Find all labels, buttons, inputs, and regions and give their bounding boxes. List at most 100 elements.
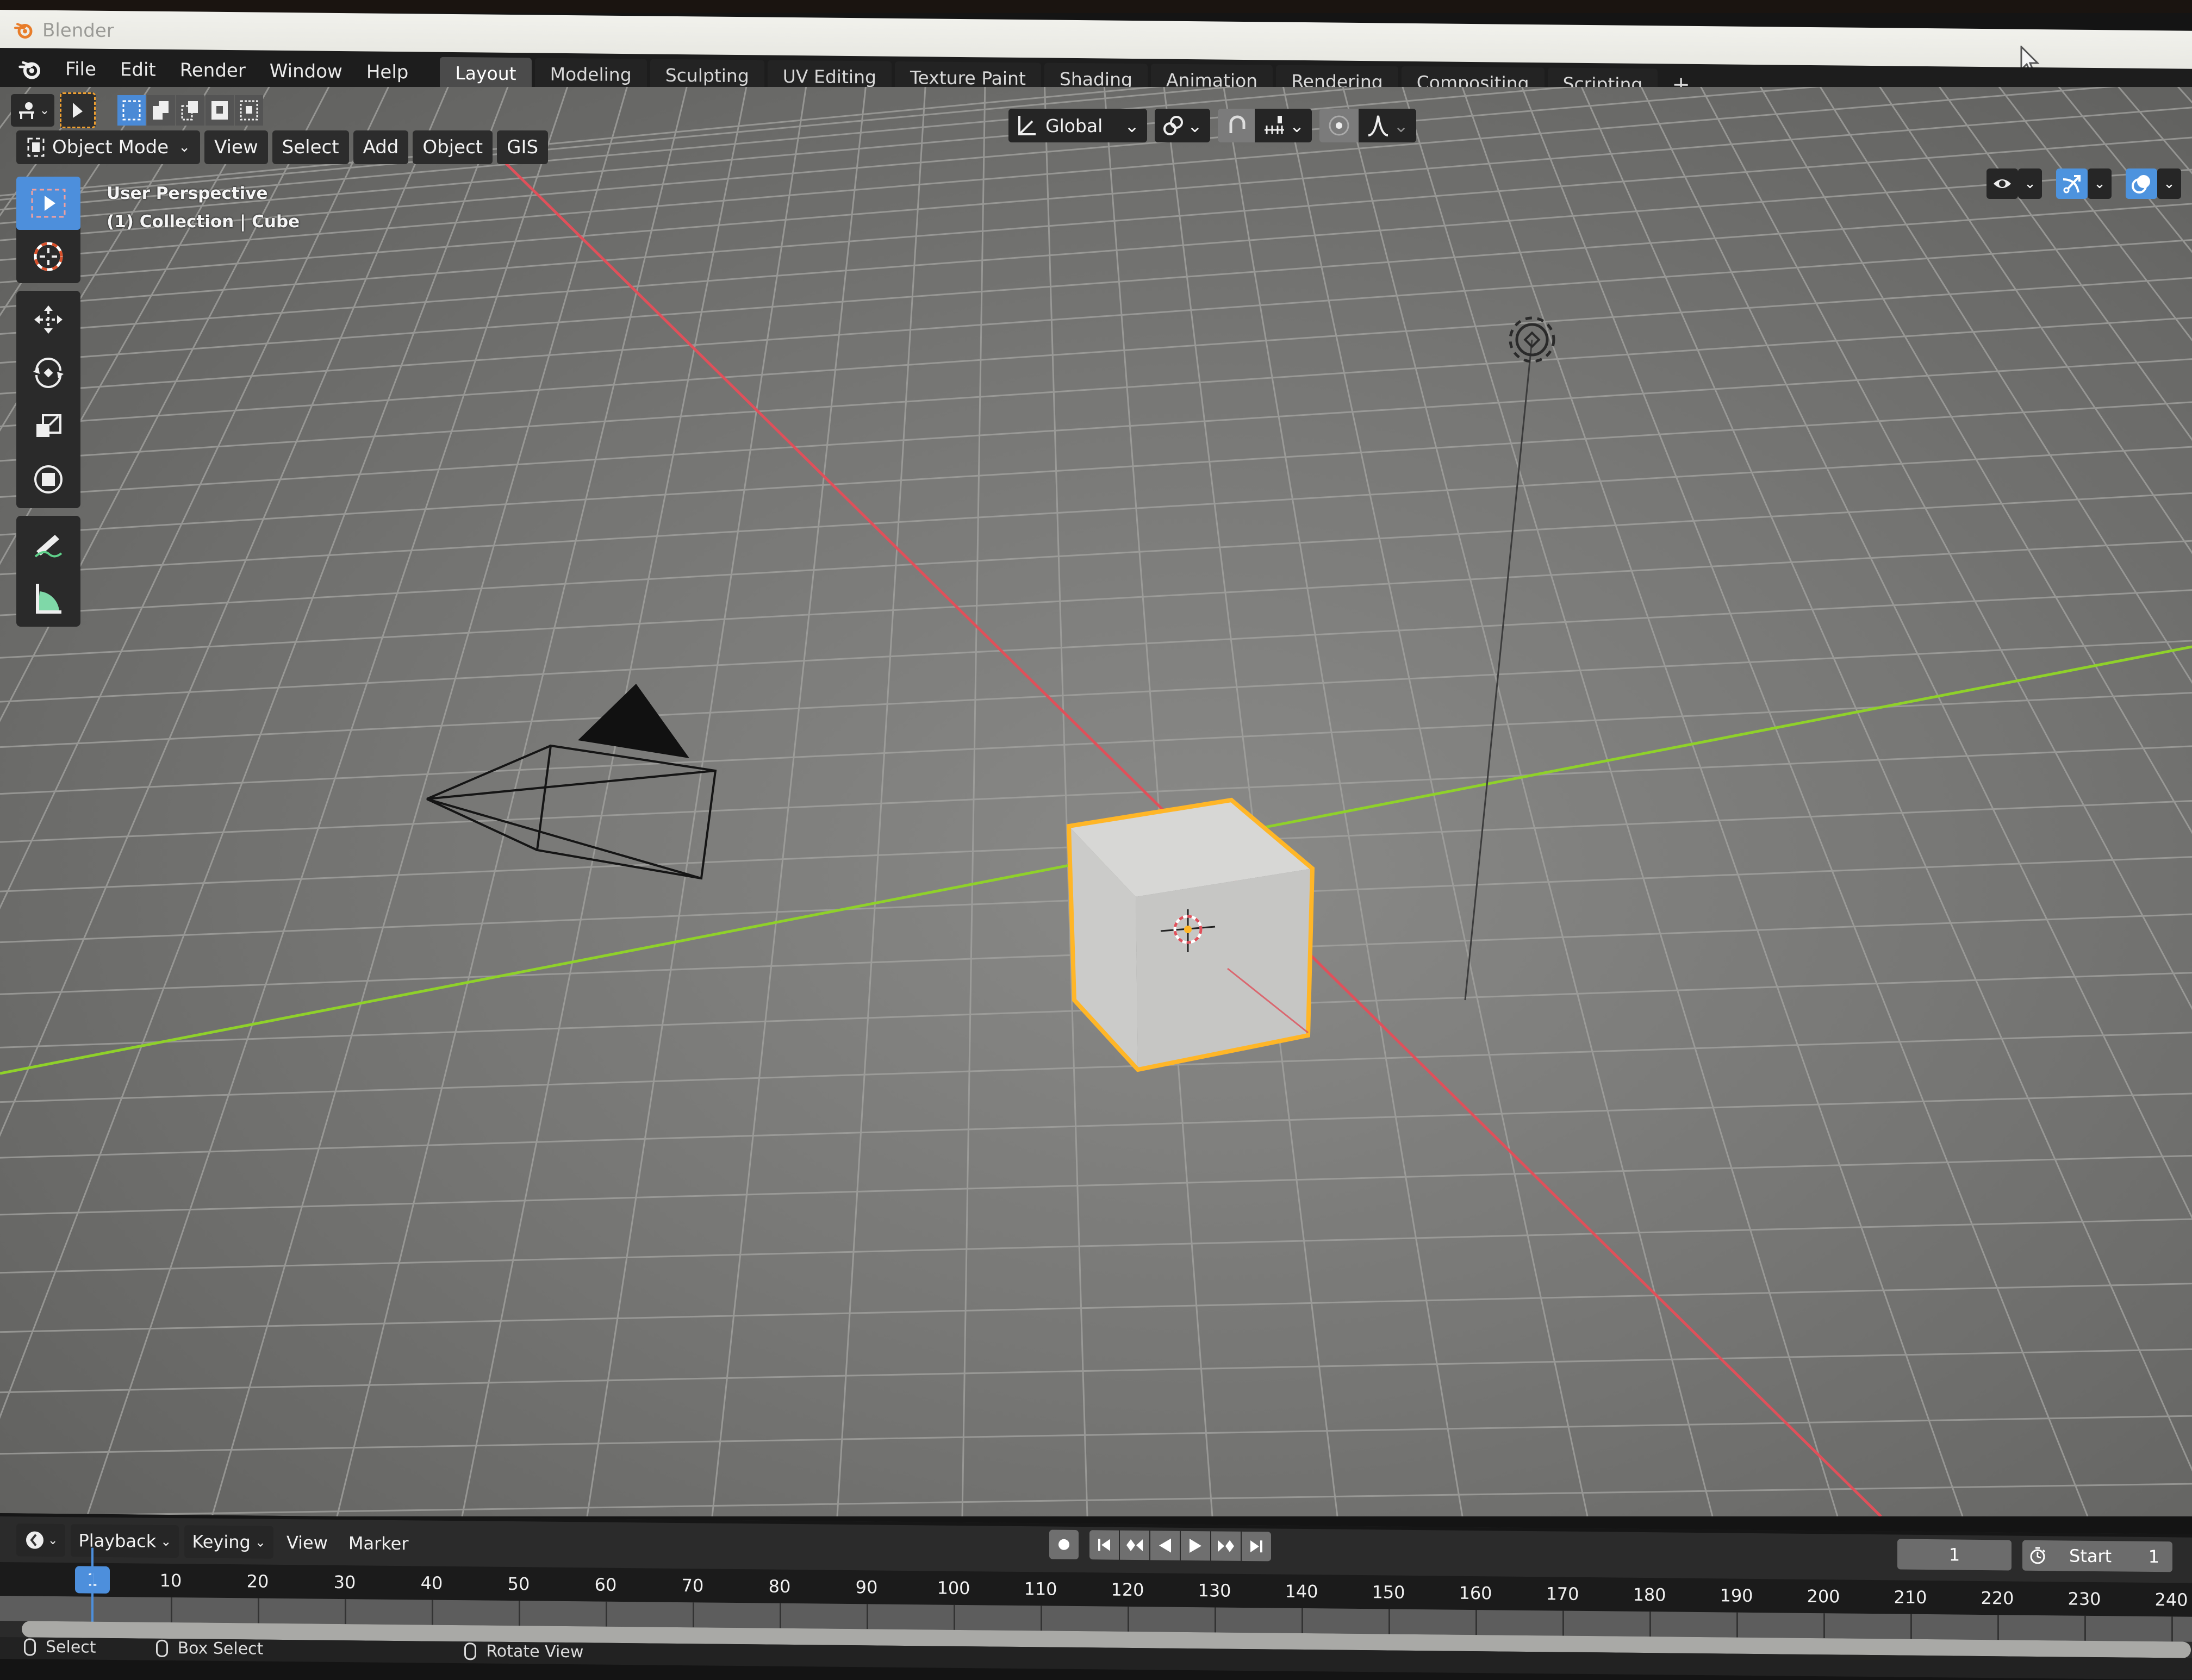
cube-object[interactable] bbox=[1066, 797, 1315, 1072]
prev-keyframe-button[interactable] bbox=[1120, 1530, 1149, 1560]
menu-object[interactable]: Object bbox=[413, 130, 493, 164]
frame-grid-line bbox=[1302, 1608, 1303, 1634]
proportional-editing-toggle[interactable] bbox=[1319, 109, 1359, 142]
timeline-view-menu[interactable]: View bbox=[279, 1526, 335, 1559]
subtract-selection-button[interactable] bbox=[176, 95, 204, 126]
transform-tool[interactable] bbox=[16, 453, 80, 506]
tab-layout[interactable]: Layout bbox=[440, 57, 532, 90]
object-mode-dropdown[interactable]: Object Mode ⌄ bbox=[16, 130, 200, 164]
gizmo-dropdown[interactable]: ⌄ bbox=[2056, 168, 2112, 199]
start-frame-field[interactable]: Start 1 bbox=[2053, 1540, 2172, 1572]
start-label: Start bbox=[2069, 1545, 2112, 1567]
play-button[interactable] bbox=[1181, 1531, 1210, 1561]
frame-tick-label: 60 bbox=[594, 1574, 617, 1595]
menu-window[interactable]: Window bbox=[258, 60, 354, 83]
visibility-dropdown[interactable]: ⌄ bbox=[1986, 168, 2042, 199]
editor-type-button[interactable]: ⌄ bbox=[11, 94, 54, 127]
jump-end-button[interactable] bbox=[1242, 1531, 1271, 1562]
menu-edit[interactable]: Edit bbox=[108, 59, 168, 81]
scene-canvas[interactable] bbox=[0, 87, 2192, 1516]
keying-menu[interactable]: Keying ⌄ bbox=[184, 1525, 273, 1559]
frame-grid-line bbox=[1910, 1614, 1912, 1639]
frame-tick-label: 140 bbox=[1285, 1581, 1318, 1602]
invert-selection-button[interactable] bbox=[205, 95, 234, 126]
orientation-axes-icon bbox=[1018, 116, 1036, 135]
chevron-down-icon: ⌄ bbox=[1393, 115, 1409, 136]
grid-line bbox=[0, 87, 930, 1516]
set-new-selection-button[interactable] bbox=[117, 95, 146, 126]
menu-help[interactable]: Help bbox=[354, 61, 421, 83]
pivot-point-dropdown[interactable]: ⌄ bbox=[1154, 109, 1210, 142]
3d-viewport[interactable]: ⌄ Object Mode ⌄ View Select Add Object G… bbox=[0, 87, 2192, 1516]
menu-add[interactable]: Add bbox=[353, 130, 409, 164]
grid-line bbox=[0, 1218, 2192, 1274]
select-subtract-icon bbox=[181, 101, 198, 121]
record-button[interactable] bbox=[1049, 1529, 1079, 1560]
grid-line bbox=[0, 1032, 2192, 1103]
transform-orientation-dropdown[interactable]: Global ⌄ bbox=[1008, 109, 1147, 142]
next-keyframe-button[interactable] bbox=[1211, 1531, 1241, 1561]
frame-tick-label: 200 bbox=[1807, 1585, 1840, 1607]
rotate-icon bbox=[33, 358, 64, 388]
snap-target-dropdown[interactable]: ⌄ bbox=[1254, 109, 1312, 142]
menu-gis[interactable]: GIS bbox=[497, 130, 549, 164]
menu-file[interactable]: File bbox=[53, 58, 108, 80]
menu-select[interactable]: Select bbox=[272, 130, 349, 164]
tool-header: ⌄ bbox=[11, 92, 264, 128]
tab-modeling[interactable]: Modeling bbox=[534, 57, 647, 91]
overlay-dropdown[interactable]: ⌄ bbox=[2126, 168, 2181, 199]
mouse-drag-icon bbox=[155, 1639, 168, 1657]
playhead-line[interactable] bbox=[91, 1547, 94, 1624]
grid-line bbox=[1130, 87, 2192, 1516]
grid-line bbox=[0, 87, 937, 1516]
extend-selection-button[interactable] bbox=[147, 95, 175, 126]
snap-toggle[interactable] bbox=[1217, 109, 1255, 142]
magnet-snap-icon bbox=[1229, 115, 1246, 133]
camera-object[interactable] bbox=[426, 684, 717, 880]
mouse-middle-icon bbox=[464, 1642, 477, 1660]
menu-render[interactable]: Render bbox=[168, 59, 258, 82]
status-select: Select bbox=[24, 1637, 96, 1657]
visibility-icon bbox=[1986, 168, 2018, 199]
play-reverse-button[interactable] bbox=[1150, 1531, 1180, 1560]
jump-end-icon bbox=[1250, 1540, 1262, 1553]
tool-group-select bbox=[16, 177, 80, 283]
grid-line bbox=[0, 87, 32, 129]
light-object[interactable] bbox=[1464, 316, 1555, 1001]
grid-line bbox=[0, 1283, 2192, 1333]
grid-line bbox=[1103, 87, 2192, 1516]
falloff-dropdown[interactable]: ⌄ bbox=[1359, 109, 1416, 142]
marker-menu[interactable]: Marker bbox=[341, 1527, 416, 1560]
move-tool[interactable] bbox=[16, 293, 80, 346]
frame-grid-line bbox=[432, 1600, 433, 1625]
intersect-selection-button[interactable] bbox=[235, 95, 263, 126]
current-frame-field[interactable]: 1 bbox=[1897, 1539, 2012, 1571]
grid-line bbox=[1107, 87, 2192, 1516]
status-select-label: Select bbox=[46, 1637, 96, 1657]
select-tool-button[interactable] bbox=[60, 92, 96, 128]
frame-grid-line bbox=[1475, 1610, 1477, 1635]
grid-line bbox=[0, 87, 210, 432]
stopwatch-icon bbox=[2030, 1547, 2046, 1564]
chevron-down-icon: ⌄ bbox=[178, 139, 190, 155]
start-value: 1 bbox=[2148, 1546, 2159, 1567]
scale-tool[interactable] bbox=[16, 399, 80, 453]
annotate-tool[interactable] bbox=[16, 518, 80, 571]
select-box-tool[interactable] bbox=[16, 177, 80, 230]
record-icon bbox=[1058, 1539, 1069, 1550]
measure-tool[interactable] bbox=[16, 571, 80, 624]
status-box-select-label: Box Select bbox=[177, 1639, 264, 1659]
rotate-tool[interactable] bbox=[16, 346, 80, 399]
playback-menu[interactable]: Playback ⌄ bbox=[71, 1524, 179, 1558]
use-preview-range-toggle[interactable] bbox=[2022, 1540, 2053, 1571]
menu-view[interactable]: View bbox=[204, 130, 268, 164]
cursor-tool[interactable] bbox=[16, 230, 80, 283]
play-reverse-icon bbox=[1159, 1538, 1171, 1553]
blender-menu-icon[interactable] bbox=[17, 56, 42, 81]
grid-line bbox=[0, 87, 942, 1516]
jump-start-button[interactable] bbox=[1089, 1530, 1119, 1560]
annotate-pencil-icon bbox=[34, 535, 63, 558]
timeline-editor-type-button[interactable]: ⌄ bbox=[16, 1523, 66, 1557]
frame-tick-label: 80 bbox=[768, 1576, 791, 1597]
grid-line bbox=[0, 87, 932, 1516]
